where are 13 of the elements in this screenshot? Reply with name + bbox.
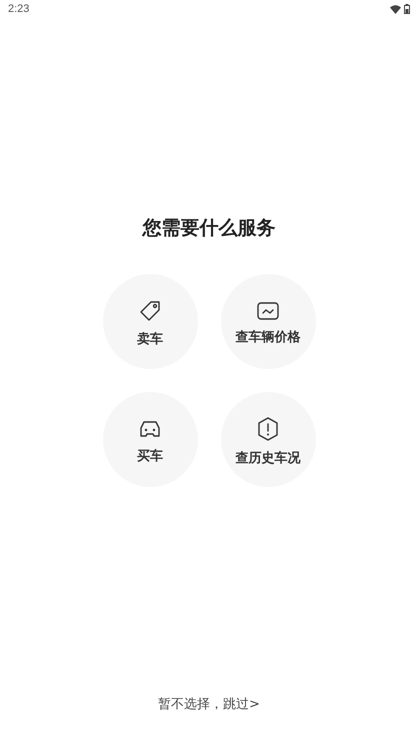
tag-icon [139, 300, 161, 322]
page-title: 您需要什么服务 [142, 216, 276, 240]
service-option[interactable]: 查历史车况 [220, 392, 316, 487]
service-option[interactable]: 买车 [102, 392, 198, 487]
car-icon [139, 418, 161, 438]
status-time: 2:23 [8, 3, 30, 15]
chart-icon [257, 302, 279, 320]
battery-icon [404, 4, 410, 14]
wifi-icon [390, 4, 401, 14]
service-option[interactable]: 卖车 [102, 274, 198, 369]
warning-icon [257, 416, 279, 440]
service-option[interactable]: 查车辆价格 [220, 274, 316, 369]
skip-link[interactable]: 暂不选择，跳过> [158, 695, 260, 713]
